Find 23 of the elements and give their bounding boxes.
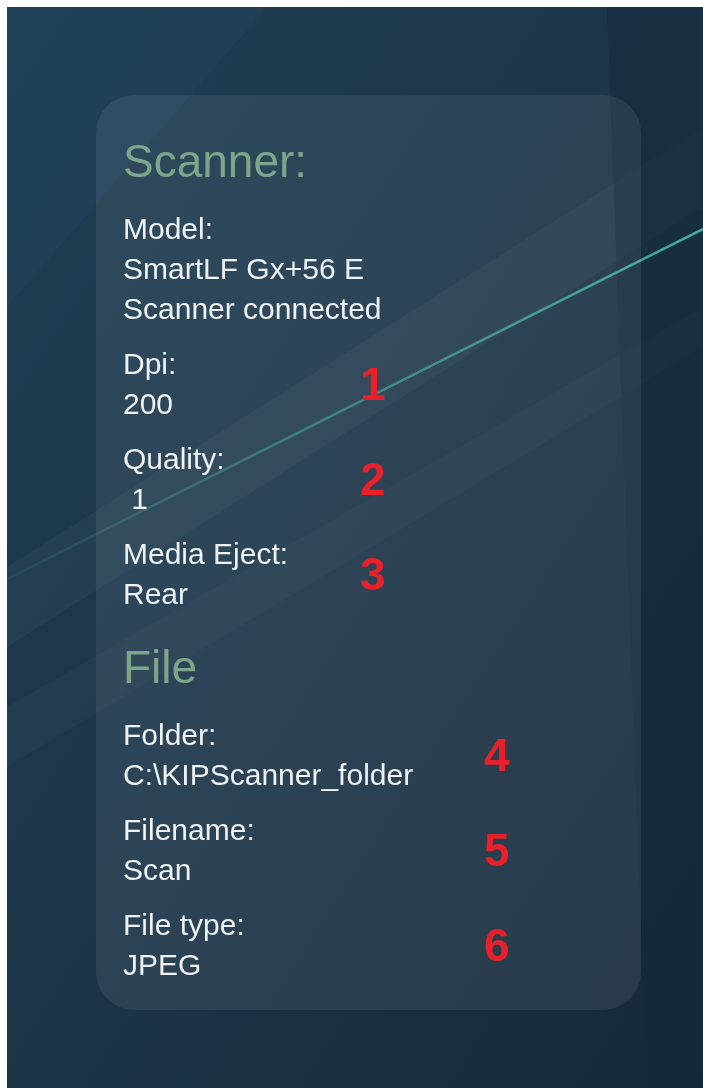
annotation-number: 5 xyxy=(484,825,510,875)
field-value: Rear xyxy=(123,576,189,612)
field-value: C:\KIPScanner_folder xyxy=(123,757,414,793)
field-label: Media Eject: xyxy=(123,536,289,572)
field-value: 1 xyxy=(130,481,149,517)
field-value: JPEG xyxy=(123,947,202,983)
annotation-number: 6 xyxy=(484,920,510,970)
field-value: SmartLF Gx+56 E xyxy=(123,251,364,287)
field-label: Dpi: xyxy=(123,346,177,382)
field-label: Quality: xyxy=(123,441,225,477)
field-label: File type: xyxy=(123,907,245,943)
annotation-number: 3 xyxy=(360,549,386,599)
field-value: 200 xyxy=(123,386,174,422)
field-label: Folder: xyxy=(123,717,217,753)
annotation-number: 1 xyxy=(360,359,386,409)
annotation-number: 4 xyxy=(484,730,510,780)
field-label: Model: xyxy=(123,211,214,247)
section-heading: Scanner: xyxy=(123,134,308,189)
field-label: Filename: xyxy=(123,812,255,848)
section-heading: File xyxy=(123,640,198,695)
field-value: Scan xyxy=(123,852,192,888)
annotation-number: 2 xyxy=(360,454,386,504)
field-value: Scanner connected xyxy=(123,291,382,327)
